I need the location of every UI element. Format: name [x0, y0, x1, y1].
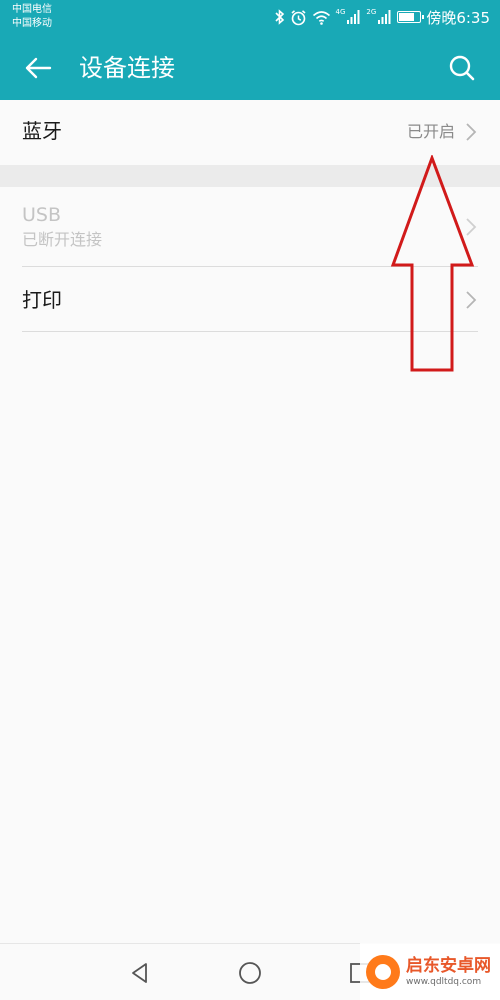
- signal-icon: [347, 10, 361, 24]
- nav-home-button[interactable]: [235, 958, 265, 988]
- battery-level: [399, 13, 414, 21]
- nav-back-icon: [132, 963, 147, 983]
- usb-label: USB: [22, 204, 62, 226]
- usb-status: 已断开连接: [22, 230, 103, 249]
- chevron-right-icon: [466, 123, 477, 141]
- battery-icon: [397, 11, 425, 23]
- bluetooth-icon: [274, 9, 285, 25]
- bluetooth-status: 已开启: [406, 122, 455, 141]
- carrier-1: 中国电信: [12, 4, 52, 15]
- watermark: 启东安卓网 www.qdltdq.com: [360, 943, 500, 1000]
- carrier-2: 中国移动: [12, 18, 52, 29]
- clock: 傍晚6:35: [426, 8, 490, 27]
- arrow-left-icon: [25, 57, 52, 79]
- bluetooth-label: 蓝牙: [22, 119, 62, 143]
- watermark-logo: [366, 954, 400, 989]
- status-icons: 4G 2G 傍晚6:35: [274, 6, 490, 28]
- watermark-name: 启东安卓网: [406, 955, 491, 976]
- annotation-arrow-icon: [390, 155, 475, 372]
- network-tag-1: 4G: [335, 8, 346, 16]
- wifi-icon: [312, 10, 331, 25]
- nav-home-icon: [239, 962, 261, 984]
- network-tag-2: 2G: [366, 8, 377, 16]
- search-icon: [449, 55, 475, 81]
- nav-back-button[interactable]: [125, 958, 155, 988]
- signal-icon: [378, 10, 392, 24]
- search-button[interactable]: [442, 48, 482, 88]
- watermark-url: www.qdltdq.com: [406, 976, 482, 987]
- page-title: 设备连接: [79, 54, 175, 82]
- status-bar: 中国电信 中国移动 4G 2G 傍晚6:35: [0, 0, 500, 36]
- print-label: 打印: [22, 288, 62, 312]
- carrier-info: 中国电信 中国移动: [12, 3, 52, 31]
- back-button[interactable]: [18, 50, 58, 86]
- app-bar: 设备连接: [0, 36, 500, 100]
- alarm-icon: [290, 9, 307, 26]
- watermark-text: 启东安卓网 www.qdltdq.com: [406, 956, 491, 988]
